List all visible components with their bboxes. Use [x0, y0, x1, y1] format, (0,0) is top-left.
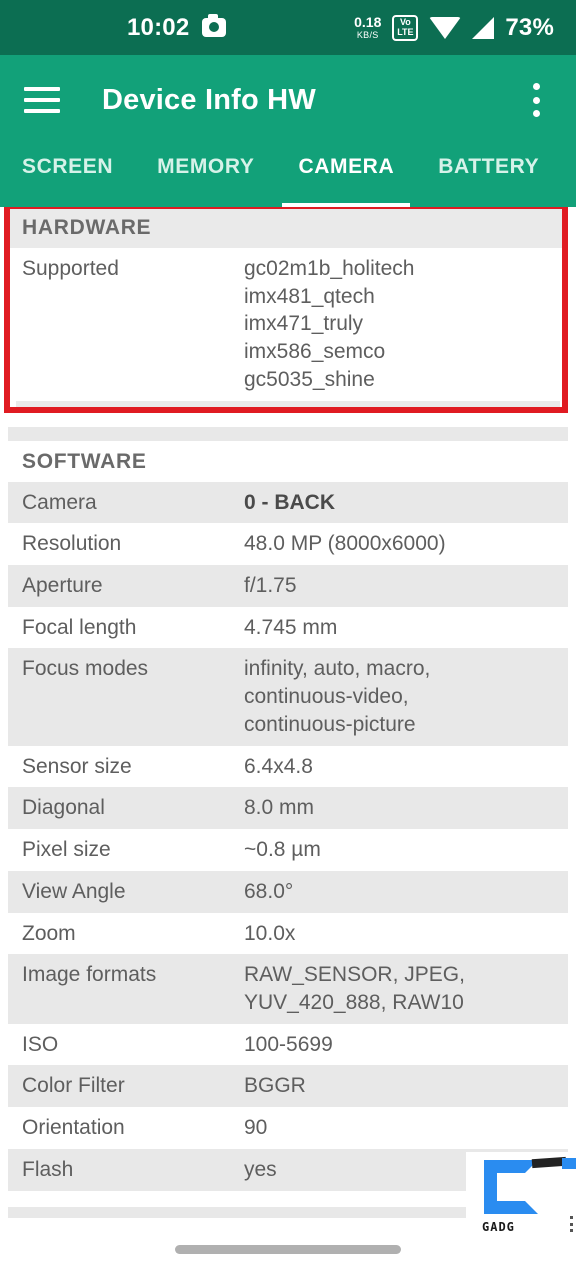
camera-info-content[interactable]: HARDWARE Supported gc02m1b_holitech imx4…	[0, 207, 576, 1280]
table-row: Pixel size ~0.8 µm	[8, 829, 568, 871]
row-value: ~0.8 µm	[244, 838, 321, 862]
watermark-text: GADG	[482, 1220, 515, 1234]
hardware-section-header: HARDWARE	[8, 207, 568, 248]
page-title: Device Info HW	[102, 83, 316, 116]
volte-top-text: Vo	[399, 17, 411, 27]
tab-camera[interactable]: CAMERA	[276, 145, 416, 207]
network-speed-indicator: 0.18 KB/S	[354, 15, 381, 40]
row-value: 48.0 MP (8000x6000)	[244, 532, 446, 556]
watermark-logo: GADG	[466, 1152, 576, 1244]
watermark-dots-icon	[570, 1216, 574, 1232]
row-key: Diagonal	[22, 796, 105, 820]
table-row: Resolution 48.0 MP (8000x6000)	[8, 523, 568, 566]
table-row: Sensor size 6.4x4.8	[8, 745, 568, 788]
row-key: Zoom	[22, 921, 76, 945]
watermark-bar-blue	[562, 1158, 576, 1169]
row-key: Image formats	[22, 963, 157, 987]
watermark-g-mark	[484, 1160, 538, 1214]
table-row: ISO 100-5699	[8, 1023, 568, 1066]
card-top-strip	[8, 426, 568, 441]
signal-icon	[472, 16, 495, 39]
row-value: 100-5699	[244, 1032, 333, 1056]
row-value: 90	[244, 1116, 268, 1140]
table-row: Orientation 90	[8, 1107, 568, 1149]
row-value: 0 - BACK	[244, 490, 336, 514]
tab-screen[interactable]: SCREEN	[0, 145, 135, 207]
tab-bar: SCREEN MEMORY CAMERA BATTERY THERMAL	[0, 145, 576, 207]
status-bar-right: 0.18 KB/S Vo LTE 73%	[354, 14, 554, 42]
row-value: infinity, auto, macro, continuous-video,…	[244, 657, 431, 736]
app-bar: Device Info HW	[0, 55, 576, 145]
row-value: f/1.75	[244, 574, 297, 598]
row-key: Pixel size	[22, 838, 111, 862]
row-value: 68.0°	[244, 879, 294, 903]
gesture-home-pill[interactable]	[175, 1244, 401, 1254]
row-key: View Angle	[22, 879, 126, 903]
status-bar-left: 10:02	[127, 13, 227, 42]
overflow-menu-icon[interactable]	[532, 83, 540, 117]
status-bar: 10:02 0.18 KB/S Vo LTE 73%	[0, 0, 576, 55]
table-row: Zoom 10.0x	[8, 912, 568, 955]
table-row: Image formats RAW_SENSOR, JPEG, YUV_420_…	[8, 954, 568, 1024]
software-section-header: SOFTWARE	[8, 440, 568, 482]
tab-battery[interactable]: BATTERY	[416, 145, 561, 207]
card-gap	[0, 410, 576, 427]
card-bottom-strip	[16, 400, 560, 411]
status-clock: 10:02	[127, 13, 190, 41]
table-row: Color Filter BGGR	[8, 1065, 568, 1108]
table-row: Diagonal 8.0 mm	[8, 787, 568, 830]
hardware-card: HARDWARE Supported gc02m1b_holitech imx4…	[8, 207, 568, 411]
table-row: Aperture f/1.75	[8, 565, 568, 607]
wifi-icon	[429, 16, 462, 39]
hamburger-menu-icon[interactable]	[24, 87, 60, 113]
tab-thermal[interactable]: THERMAL	[561, 145, 576, 207]
battery-percentage: 73%	[505, 13, 554, 41]
network-speed-value: 0.18	[354, 14, 382, 30]
table-row: Camera 0 - BACK	[8, 481, 568, 524]
table-row: Supported gc02m1b_holitech imx481_qtech …	[8, 248, 568, 401]
phone-screen: 10:02 0.18 KB/S Vo LTE 73% Device Info H…	[0, 0, 576, 1280]
network-speed-unit: KB/S	[356, 30, 379, 40]
row-key: Resolution	[22, 532, 122, 556]
row-key: Color Filter	[22, 1074, 125, 1098]
row-key: ISO	[22, 1032, 59, 1056]
row-key: Focal length	[22, 615, 137, 639]
row-key: Flash	[22, 1157, 74, 1181]
table-row: Focus modes infinity, auto, macro, conti…	[8, 648, 568, 746]
row-value: 4.745 mm	[244, 615, 338, 639]
row-key: Supported	[22, 257, 119, 280]
volte-bottom-text: LTE	[397, 27, 414, 37]
row-key: Camera	[22, 490, 97, 514]
camera-icon	[202, 14, 227, 37]
row-value: gc02m1b_holitech imx481_qtech imx471_tru…	[244, 257, 415, 391]
row-key: Orientation	[22, 1116, 125, 1140]
row-key: Sensor size	[22, 754, 132, 778]
table-row: Focal length 4.745 mm	[8, 606, 568, 649]
tab-memory[interactable]: MEMORY	[135, 145, 276, 207]
row-value: 10.0x	[244, 921, 296, 945]
row-key: Aperture	[22, 574, 103, 598]
row-value: 8.0 mm	[244, 796, 315, 820]
row-key: Focus modes	[22, 657, 149, 681]
row-value: RAW_SENSOR, JPEG, YUV_420_888, RAW10	[244, 963, 465, 1014]
volte-icon: Vo LTE	[392, 14, 419, 41]
table-row: View Angle 68.0°	[8, 870, 568, 913]
row-value: 6.4x4.8	[244, 754, 313, 778]
row-value: BGGR	[244, 1074, 306, 1098]
